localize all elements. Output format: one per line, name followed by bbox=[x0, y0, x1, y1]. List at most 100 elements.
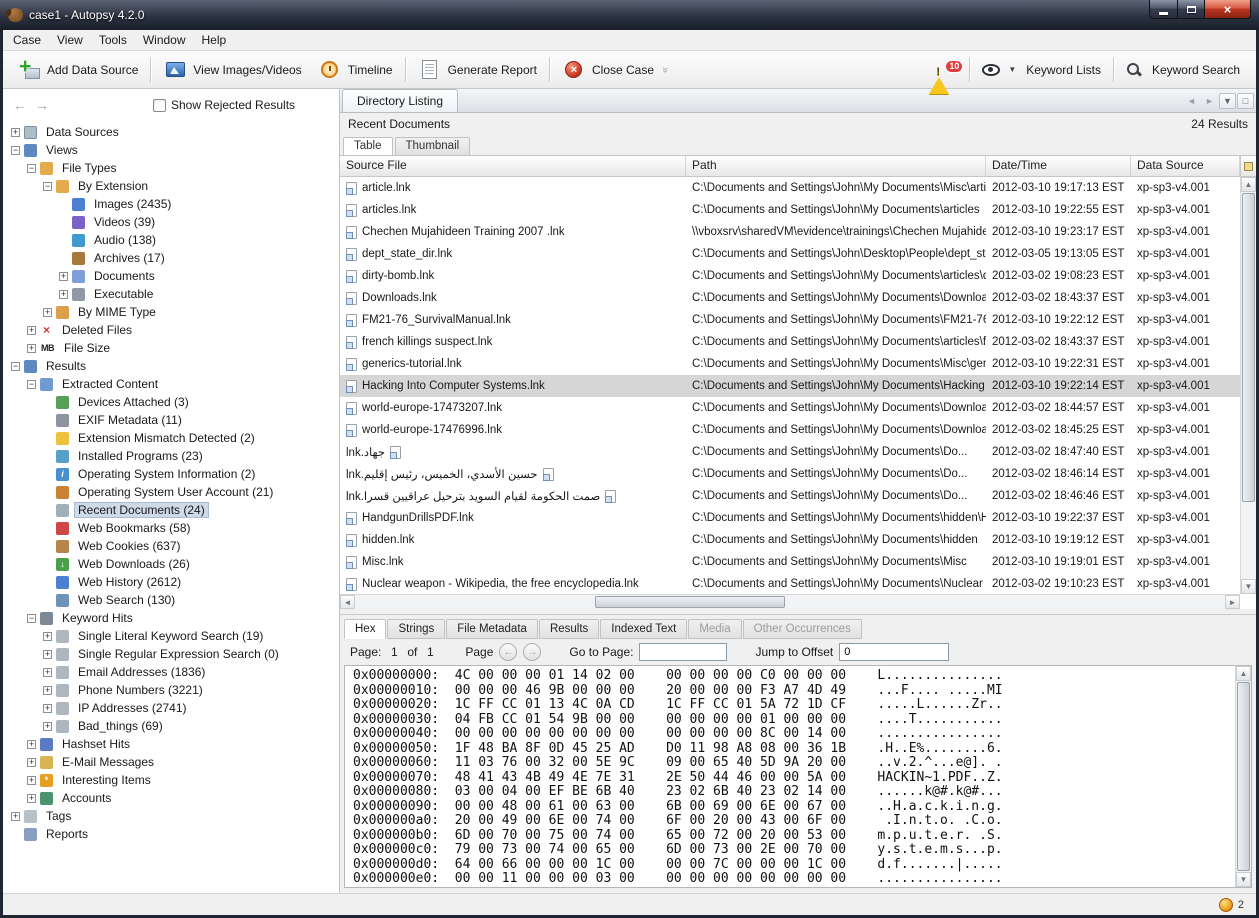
table-vertical-scrollbar[interactable]: ▲ ▼ bbox=[1240, 177, 1256, 594]
page-forward-button[interactable]: → bbox=[523, 643, 541, 661]
column-header-path[interactable]: Path bbox=[686, 156, 986, 176]
tree-item-interesting-items[interactable]: +Interesting Items bbox=[3, 771, 339, 789]
table-row[interactable]: Downloads.lnkC:\Documents and Settings\J… bbox=[340, 287, 1240, 309]
table-row[interactable]: world-europe-17476996.lnkC:\Documents an… bbox=[340, 419, 1240, 441]
minimize-panel-button[interactable]: ▼ bbox=[1219, 93, 1236, 109]
maximize-button[interactable] bbox=[1178, 0, 1205, 19]
tree-item-bad-things-69[interactable]: +Bad_things (69) bbox=[3, 717, 339, 735]
tree-forward-button[interactable]: → bbox=[31, 95, 53, 115]
table-horizontal-scrollbar[interactable]: ◄ ► bbox=[340, 594, 1240, 609]
generate-report-button[interactable]: Generate Report bbox=[410, 54, 545, 86]
vertical-scroll-thumb[interactable] bbox=[1237, 682, 1250, 871]
tree-item-web-history-2612[interactable]: Web History (2612) bbox=[3, 573, 339, 591]
vertical-scroll-thumb[interactable] bbox=[1242, 193, 1255, 502]
table-row[interactable]: dirty-bomb.lnkC:\Documents and Settings\… bbox=[340, 265, 1240, 287]
scroll-up-button[interactable]: ▲ bbox=[1241, 177, 1256, 192]
tree-item-file-size[interactable]: +File Size bbox=[3, 339, 339, 357]
show-rejected-results-option[interactable]: Show Rejected Results bbox=[153, 98, 295, 112]
viewer-tab-file-metadata[interactable]: File Metadata bbox=[446, 619, 538, 639]
viewer-tab-strings[interactable]: Strings bbox=[387, 619, 445, 639]
close-case-button[interactable]: × Close Case » bbox=[554, 54, 676, 86]
tree-plus-expander-icon[interactable]: + bbox=[43, 686, 52, 695]
tree-minus-expander-icon[interactable]: − bbox=[43, 182, 52, 191]
tree-plus-expander-icon[interactable]: + bbox=[27, 794, 36, 803]
table-row[interactable]: Chechen Mujahideen Training 2007 .lnk\\v… bbox=[340, 221, 1240, 243]
tree-plus-expander-icon[interactable]: + bbox=[59, 272, 68, 281]
tree-plus-expander-icon[interactable]: + bbox=[43, 722, 52, 731]
viewer-tab-hex[interactable]: Hex bbox=[344, 619, 386, 639]
view-images-videos-button[interactable]: View Images/Videos bbox=[155, 54, 309, 86]
view-tab-table[interactable]: Table bbox=[343, 137, 393, 155]
table-row[interactable]: article.lnkC:\Documents and Settings\Joh… bbox=[340, 177, 1240, 199]
column-header-date-time[interactable]: Date/Time bbox=[986, 156, 1131, 176]
tree-item-views[interactable]: −Views bbox=[3, 141, 339, 159]
tree-minus-expander-icon[interactable]: − bbox=[27, 164, 36, 173]
tree-plus-expander-icon[interactable]: + bbox=[43, 632, 52, 641]
menu-case[interactable]: Case bbox=[5, 31, 49, 49]
tree-item-web-search-130[interactable]: Web Search (130) bbox=[3, 591, 339, 609]
table-row[interactable]: articles.lnkC:\Documents and Settings\Jo… bbox=[340, 199, 1240, 221]
column-header-data-source[interactable]: Data Source bbox=[1131, 156, 1240, 176]
table-row[interactable]: generics-tutorial.lnkC:\Documents and Se… bbox=[340, 353, 1240, 375]
table-row[interactable]: hidden.lnkC:\Documents and Settings\John… bbox=[340, 529, 1240, 551]
table-row[interactable]: Hacking Into Computer Systems.lnkC:\Docu… bbox=[340, 375, 1240, 397]
table-row[interactable]: HandgunDrillsPDF.lnkC:\Documents and Set… bbox=[340, 507, 1240, 529]
tree-plus-expander-icon[interactable]: + bbox=[27, 758, 36, 767]
table-row[interactable]: صمت الحكومة لقيام السويد بترحيل عراقيين … bbox=[340, 485, 1240, 507]
tree-item-email-addresses-1836[interactable]: +Email Addresses (1836) bbox=[3, 663, 339, 681]
scroll-right-button[interactable]: ► bbox=[1225, 595, 1240, 609]
tree-item-reports[interactable]: Reports bbox=[3, 825, 339, 843]
table-row[interactable]: french killings suspect.lnkC:\Documents … bbox=[340, 331, 1240, 353]
tree-item-web-bookmarks-58[interactable]: Web Bookmarks (58) bbox=[3, 519, 339, 537]
ingest-progress-icon[interactable] bbox=[1219, 898, 1233, 912]
minimize-button[interactable] bbox=[1149, 0, 1178, 19]
tree-plus-expander-icon[interactable]: + bbox=[27, 344, 36, 353]
tree-item-hashset-hits[interactable]: +Hashset Hits bbox=[3, 735, 339, 753]
tree-item-single-literal-keyword-search-19[interactable]: +Single Literal Keyword Search (19) bbox=[3, 627, 339, 645]
tree-item-e-mail-messages[interactable]: +E-Mail Messages bbox=[3, 753, 339, 771]
hex-vertical-scrollbar[interactable]: ▲ ▼ bbox=[1235, 666, 1251, 887]
scroll-down-button[interactable]: ▼ bbox=[1236, 872, 1251, 887]
tree-item-by-mime-type[interactable]: +By MIME Type bbox=[3, 303, 339, 321]
tree-item-exif-metadata-11[interactable]: EXIF Metadata (11) bbox=[3, 411, 339, 429]
tree-item-audio-138[interactable]: Audio (138) bbox=[3, 231, 339, 249]
table-row[interactable]: جهاد.lnkC:\Documents and Settings\John\M… bbox=[340, 441, 1240, 463]
tree-minus-expander-icon[interactable]: − bbox=[11, 362, 20, 371]
tree-item-images-2435[interactable]: Images (2435) bbox=[3, 195, 339, 213]
page-back-button[interactable]: ← bbox=[499, 643, 517, 661]
tree-item-web-downloads-26[interactable]: Web Downloads (26) bbox=[3, 555, 339, 573]
scroll-left-button[interactable]: ◄ bbox=[340, 595, 355, 609]
tree-item-extracted-content[interactable]: −Extracted Content bbox=[3, 375, 339, 393]
tree-plus-expander-icon[interactable]: + bbox=[11, 128, 20, 137]
add-data-source-button[interactable]: + Add Data Source bbox=[11, 55, 146, 85]
tree-plus-expander-icon[interactable]: + bbox=[27, 776, 36, 785]
history-forward-button[interactable]: ► bbox=[1201, 93, 1218, 109]
tree-item-single-regular-expression-search-0[interactable]: +Single Regular Expression Search (0) bbox=[3, 645, 339, 663]
tree-plus-expander-icon[interactable]: + bbox=[11, 812, 20, 821]
toolbar-overflow-icon[interactable]: » bbox=[659, 66, 671, 72]
tree-item-results[interactable]: −Results bbox=[3, 357, 339, 375]
tree-item-file-types[interactable]: −File Types bbox=[3, 159, 339, 177]
horizontal-scroll-thumb[interactable] bbox=[595, 596, 785, 608]
table-row[interactable]: dept_state_dir.lnkC:\Documents and Setti… bbox=[340, 243, 1240, 265]
column-settings-button[interactable] bbox=[1240, 156, 1256, 177]
tree-minus-expander-icon[interactable]: − bbox=[11, 146, 20, 155]
menu-window[interactable]: Window bbox=[135, 31, 194, 49]
tree-plus-expander-icon[interactable]: + bbox=[59, 290, 68, 299]
tree-item-recent-documents-24[interactable]: Recent Documents (24) bbox=[3, 501, 339, 519]
timeline-button[interactable]: Timeline bbox=[310, 54, 401, 86]
close-button[interactable]: × bbox=[1205, 0, 1251, 19]
table-row[interactable]: Nuclear weapon - Wikipedia, the free enc… bbox=[340, 573, 1240, 595]
tree-plus-expander-icon[interactable]: + bbox=[27, 740, 36, 749]
jump-to-offset-input[interactable] bbox=[839, 643, 949, 661]
maximize-panel-button[interactable]: □ bbox=[1237, 93, 1254, 109]
show-rejected-checkbox[interactable] bbox=[153, 99, 166, 112]
tree-item-archives-17[interactable]: Archives (17) bbox=[3, 249, 339, 267]
tree-plus-expander-icon[interactable]: + bbox=[43, 704, 52, 713]
tree-item-keyword-hits[interactable]: −Keyword Hits bbox=[3, 609, 339, 627]
menu-view[interactable]: View bbox=[49, 31, 91, 49]
tree-item-tags[interactable]: +Tags bbox=[3, 807, 339, 825]
viewer-tab-results[interactable]: Results bbox=[539, 619, 599, 639]
tree-item-deleted-files[interactable]: +Deleted Files bbox=[3, 321, 339, 339]
tree-plus-expander-icon[interactable]: + bbox=[43, 308, 52, 317]
